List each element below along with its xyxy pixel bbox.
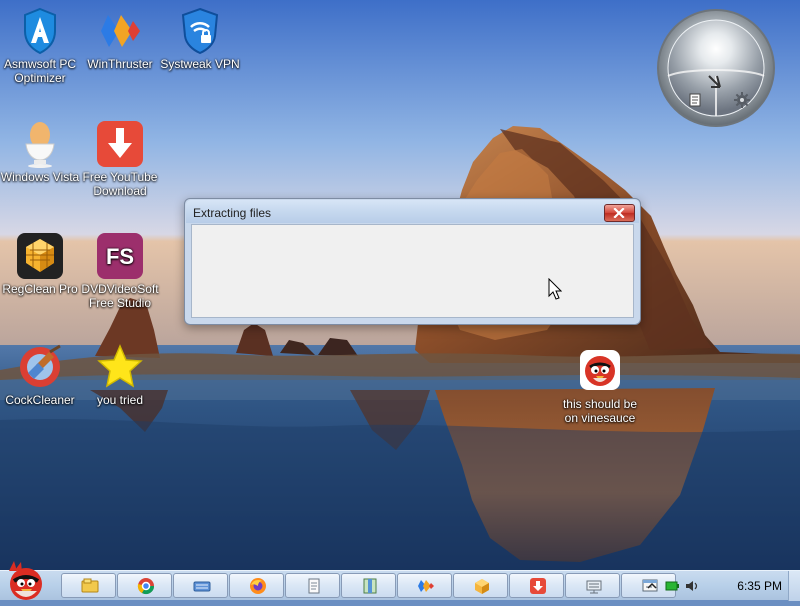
- dialog-content: [191, 224, 634, 318]
- desktop-icon-winthruster[interactable]: WinThruster: [77, 7, 163, 71]
- notepad-icon: [308, 578, 320, 594]
- download-arrow-icon: [96, 120, 144, 168]
- desktop-icon-free-youtube-download[interactable]: Free YouTube Download: [77, 120, 163, 198]
- desktop: Asmwsoft PC Optimizer WinThruster Systwe…: [0, 0, 800, 570]
- taskbar-package[interactable]: [453, 573, 508, 598]
- package-icon: [475, 579, 489, 594]
- chrome-icon: [137, 578, 155, 595]
- volume-button[interactable]: [684, 578, 700, 594]
- taskbar-network[interactable]: [565, 573, 620, 598]
- taskbar: 6:35 PM: [0, 561, 800, 601]
- angry-bird-icon: [576, 347, 624, 395]
- show-desktop-button[interactable]: [788, 571, 800, 601]
- taskbar-explorer[interactable]: [61, 573, 116, 598]
- system-tray: 6:35 PM: [640, 571, 800, 601]
- close-button[interactable]: [604, 204, 635, 222]
- volume-icon: [686, 581, 698, 591]
- close-icon: [613, 208, 625, 218]
- desktop-icon-label: this should be on vinesauce: [562, 397, 638, 425]
- taskbar-winthruster[interactable]: [397, 573, 452, 598]
- mouse-cursor-icon: [548, 278, 562, 300]
- vpn-shield-icon: [176, 7, 224, 55]
- broom-icon: [16, 343, 64, 391]
- taskbar-archive[interactable]: [341, 573, 396, 598]
- winthruster-icon: [96, 7, 144, 55]
- desktop-gadget[interactable]: [656, 8, 776, 128]
- desktop-icon-dvdvideosoft[interactable]: FS DVDVideoSoft Free Studio: [77, 232, 163, 310]
- desktop-icon-angry-bird[interactable]: this should be on vinesauce: [556, 347, 644, 425]
- desktop-icon-asmwsoft[interactable]: Asmwsoft PC Optimizer: [0, 7, 83, 85]
- extracting-files-dialog[interactable]: Extracting files: [184, 198, 641, 325]
- desktop-icon-label: Asmwsoft PC Optimizer: [3, 57, 76, 85]
- battery-button[interactable]: [664, 578, 680, 594]
- explorer-icon: [81, 578, 99, 593]
- asmwsoft-icon: [16, 7, 64, 55]
- taskbar-chrome[interactable]: [117, 573, 172, 598]
- desktop-icon-systweak-vpn[interactable]: Systweak VPN: [157, 7, 243, 71]
- angry-bird-start-icon: [9, 561, 42, 600]
- desktop-icon-label: Systweak VPN: [160, 57, 240, 71]
- fs-logo-text: FS: [106, 244, 134, 269]
- download-icon: [530, 578, 546, 594]
- desktop-icon-label: you tried: [96, 393, 144, 407]
- egg-cup-icon: [16, 120, 64, 168]
- desktop-icon-label: WinThruster: [87, 57, 153, 71]
- keyboard-icon: [193, 581, 211, 592]
- taskbar-download[interactable]: [509, 573, 564, 598]
- dialog-titlebar[interactable]: Extracting files: [186, 200, 639, 223]
- desktop-icon-windows-vista[interactable]: Windows Vista: [0, 120, 83, 184]
- desktop-icon-cockcleaner[interactable]: CockCleaner: [0, 343, 83, 407]
- gadget-settings-icon[interactable]: [734, 92, 750, 108]
- desktop-icon-label: Windows Vista: [0, 170, 80, 184]
- show-hidden-icons-button[interactable]: [644, 578, 660, 594]
- desktop-icon-label: DVDVideoSoft Free Studio: [81, 282, 159, 310]
- network-icon: [586, 580, 602, 594]
- battery-icon: [665, 581, 679, 591]
- desktop-icon-you-tried[interactable]: you tried: [77, 343, 163, 407]
- taskbar-notepad[interactable]: [285, 573, 340, 598]
- winthruster-icon: [418, 580, 434, 592]
- desktop-icon-label: RegClean Pro: [2, 282, 78, 296]
- fs-logo-icon: FS: [96, 232, 144, 280]
- cube-icon: [16, 232, 64, 280]
- desktop-icon-regclean-pro[interactable]: RegClean Pro: [0, 232, 83, 296]
- start-button[interactable]: [2, 561, 50, 601]
- chevron-up-icon: [647, 582, 657, 589]
- desktop-icon-label: Free YouTube Download: [82, 170, 158, 198]
- taskbar-firefox[interactable]: [229, 573, 284, 598]
- archive-icon: [363, 578, 377, 594]
- clock[interactable]: 6:35 PM: [737, 579, 782, 593]
- desktop-icon-label: CockCleaner: [5, 393, 75, 407]
- taskbar-keyboard[interactable]: [173, 573, 228, 598]
- star-icon: [96, 343, 144, 391]
- firefox-icon: [250, 578, 266, 594]
- dialog-title: Extracting files: [193, 206, 272, 220]
